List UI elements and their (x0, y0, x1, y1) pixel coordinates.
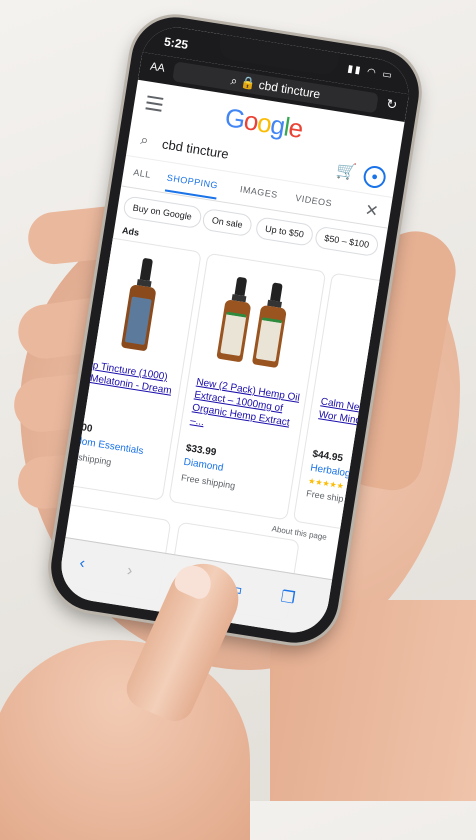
chip-up-to-50[interactable]: Up to $50 (254, 216, 315, 247)
close-icon[interactable]: ✕ (363, 200, 380, 222)
ads-label: Ads (121, 225, 140, 238)
product-shipping: Free ship (305, 488, 345, 504)
pointing-hand (0, 640, 250, 840)
tabs-icon[interactable]: ❐ (279, 587, 296, 609)
search-icon: ⌕ (139, 130, 150, 149)
reload-icon[interactable]: ↻ (385, 96, 398, 114)
product-title[interactable]: New (2 Pack) Hemp Oil Extract – 1000mg o… (189, 376, 302, 444)
cart-icon[interactable]: 🛒 (335, 160, 358, 183)
shopping-results: Ads Hemp Tincture (1000) with Melatonin … (56, 224, 414, 541)
account-icon[interactable]: ● (362, 164, 388, 190)
search-query[interactable]: cbd tincture (161, 136, 230, 161)
search-icon: ⌕ (229, 73, 239, 89)
product-price: $33.99 (185, 442, 217, 459)
chip-on-sale[interactable]: On sale (201, 207, 254, 238)
reader-aa-button[interactable]: AA (149, 61, 165, 75)
address-text: cbd tincture (257, 77, 322, 102)
product-price: $44.95 (311, 448, 344, 465)
product-image (200, 263, 314, 387)
chip-50-100[interactable]: $50 – $100 (313, 225, 380, 258)
google-logo[interactable]: Google (223, 102, 305, 145)
tab-all[interactable]: ALL (133, 167, 152, 180)
product-seller[interactable]: Diamond (183, 457, 224, 474)
tab-videos[interactable]: VIDEOS (295, 193, 333, 209)
product-seller[interactable]: Wisdom Essentials (59, 433, 144, 457)
lock-icon: 🔒 (239, 74, 257, 92)
signal-wifi-battery-icon: ▮▮ ◠ ▭ (346, 63, 395, 82)
hamburger-menu-icon[interactable] (145, 95, 164, 115)
chip-buy-on-google[interactable]: Buy on Google (122, 195, 203, 230)
tab-images[interactable]: IMAGES (239, 184, 278, 200)
back-icon[interactable]: ‹ (78, 555, 86, 574)
product-shipping: Free shipping (180, 472, 236, 491)
status-time: 5:25 (163, 34, 190, 53)
forward-icon[interactable]: › (126, 562, 134, 581)
